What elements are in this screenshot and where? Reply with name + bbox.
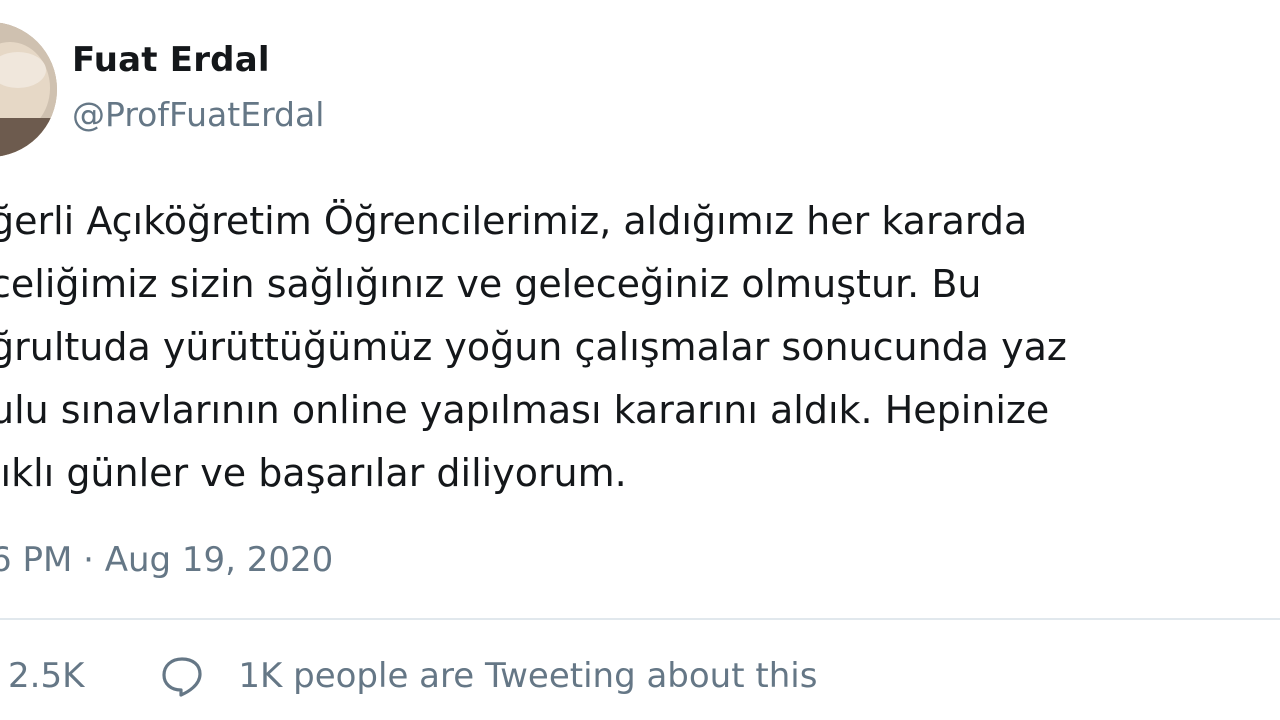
tweet-text-line: lıklı günler ve başarılar diliyorum. <box>0 451 627 495</box>
speech-bubble-icon-graphic <box>162 657 202 697</box>
conversation-link[interactable]: 1K people are Tweeting about this <box>238 656 817 696</box>
speech-bubble-icon[interactable] <box>160 654 204 698</box>
avatar[interactable] <box>0 22 57 157</box>
like-count[interactable]: 2.5K <box>8 656 84 696</box>
tweet-text-line: celiğimiz sizin sağlığınız ve geleceğini… <box>0 262 982 306</box>
author-handle[interactable]: @ProfFuatErdal <box>72 95 324 134</box>
tweet-text: ğerli Açıköğretim Öğrencilerimiz, aldığı… <box>0 190 1067 505</box>
tweet-actions: 2.5K 1K people are Tweeting about this <box>0 648 817 704</box>
author-display-name[interactable]: Fuat Erdal <box>72 40 270 80</box>
tweet-text-line: ğrultuda yürüttüğümüz yoğun çalışmalar s… <box>0 325 1067 369</box>
tweet-text-line: ulu sınavlarının online yapılması kararı… <box>0 388 1050 432</box>
divider <box>0 618 1280 620</box>
tweet-timestamp[interactable]: 6 PM · Aug 19, 2020 <box>0 540 333 580</box>
profile-photo <box>0 22 57 157</box>
tweet-text-line: ğerli Açıköğretim Öğrencilerimiz, aldığı… <box>0 199 1028 243</box>
tweet-card: Fuat Erdal @ProfFuatErdal ğerli Açıköğre… <box>0 0 1280 720</box>
